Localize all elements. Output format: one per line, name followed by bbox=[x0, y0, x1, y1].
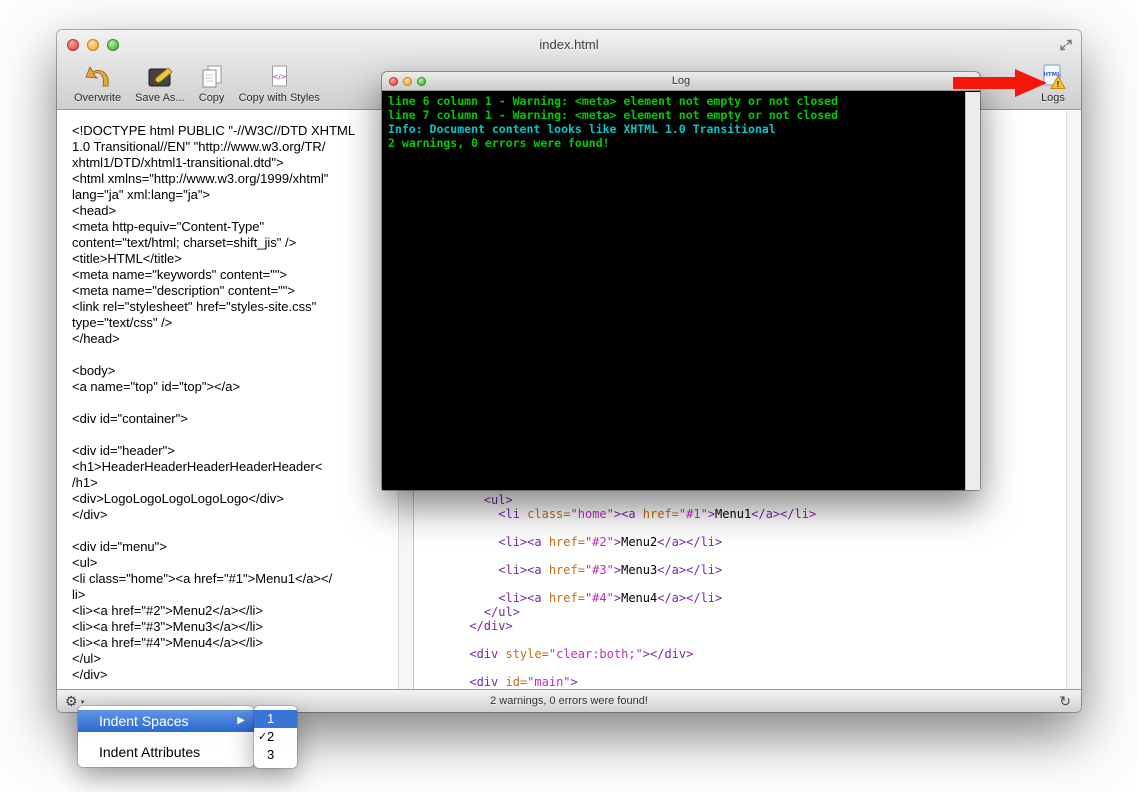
code-line: <div style="clear:both;"></div> bbox=[426, 647, 694, 661]
submenu-item-2[interactable]: ✓ 2 bbox=[254, 728, 297, 746]
overwrite-button[interactable]: Overwrite bbox=[74, 62, 121, 104]
red-arrow-annotation bbox=[953, 69, 1047, 97]
code-line: </ul> bbox=[426, 605, 520, 619]
menu-item-label: Indent Spaces bbox=[99, 713, 189, 729]
submenu-arrow-icon: ▶ bbox=[237, 715, 245, 726]
submenu-item-3[interactable]: 3 bbox=[254, 746, 297, 764]
fullscreen-icon[interactable] bbox=[1059, 38, 1073, 52]
menu-item-label: Indent Attributes bbox=[99, 744, 201, 760]
log-minimize-button[interactable] bbox=[403, 77, 412, 86]
pencil-save-icon bbox=[145, 62, 175, 92]
refresh-icon: ↻ bbox=[1059, 693, 1071, 709]
submenu-item-1[interactable]: 1 bbox=[254, 710, 297, 728]
right-pane-scrollbar[interactable] bbox=[1066, 111, 1081, 689]
toolbar-button-label: Overwrite bbox=[74, 92, 122, 104]
log-zoom-button[interactable] bbox=[417, 77, 426, 86]
log-window: Log line 6 column 1 - Warning: <meta> el… bbox=[382, 72, 980, 490]
warning-exclaim-glyph: ! bbox=[1056, 80, 1060, 89]
log-scrollbar[interactable] bbox=[965, 92, 980, 490]
menu-item-indent-spaces[interactable]: Indent Spaces ▶ bbox=[78, 710, 254, 732]
submenu-item-label: 1 bbox=[267, 711, 275, 726]
checkmark-icon: ✓ bbox=[258, 731, 268, 743]
copy-with-styles-button[interactable]: </> Copy with Styles bbox=[239, 62, 320, 104]
submenu-item-label: 2 bbox=[267, 729, 275, 744]
log-console[interactable]: line 6 column 1 - Warning: <meta> elemen… bbox=[382, 92, 965, 490]
log-line: line 6 column 1 - Warning: <meta> elemen… bbox=[388, 94, 839, 108]
screen: index.html Overwrite Save As... Copy </>… bbox=[0, 0, 1138, 792]
styled-page-icon: </> bbox=[266, 62, 292, 92]
log-window-title: Log bbox=[671, 75, 691, 87]
copy-pages-icon bbox=[199, 62, 225, 92]
log-traffic-lights bbox=[389, 77, 426, 86]
log-line: line 7 column 1 - Warning: <meta> elemen… bbox=[388, 108, 839, 122]
code-line: </div> bbox=[426, 619, 513, 633]
code-line: <li><a href="#2">Menu2</a></li> bbox=[426, 535, 723, 549]
window-title: index.html bbox=[539, 37, 599, 52]
code-line: <li class="home"><a href="#1">Menu1</a><… bbox=[426, 507, 817, 521]
source-text[interactable]: <!DOCTYPE html PUBLIC "-//W3C//DTD XHTML… bbox=[57, 111, 398, 683]
toolbar-button-label: Copy bbox=[198, 92, 225, 104]
code-line: <li><a href="#3">Menu3</a></li> bbox=[426, 563, 723, 577]
indent-spaces-submenu: 1 ✓ 2 3 bbox=[254, 706, 297, 768]
log-titlebar[interactable]: Log bbox=[382, 72, 980, 91]
code-line: <li><a href="#4">Menu4</a></li> bbox=[426, 591, 723, 605]
log-line: 2 warnings, 0 errors were found! bbox=[388, 136, 610, 150]
copy-button[interactable]: Copy bbox=[199, 62, 225, 104]
toolbar-button-label: Copy with Styles bbox=[238, 92, 320, 104]
gear-context-menu: Indent Spaces ▶ Indent Attributes bbox=[78, 706, 254, 767]
source-pane[interactable]: <!DOCTYPE html PUBLIC "-//W3C//DTD XHTML… bbox=[57, 111, 398, 689]
undo-arrow-icon bbox=[84, 62, 112, 92]
tidied-code: <ul> <li class="home"><a href="#1">Menu1… bbox=[426, 493, 816, 689]
log-close-button[interactable] bbox=[389, 77, 398, 86]
titlebar[interactable]: index.html bbox=[57, 30, 1081, 60]
submenu-item-label: 3 bbox=[267, 747, 275, 762]
toolbar-button-label: Save As... bbox=[135, 92, 185, 104]
log-line: Info: Document content looks like XHTML … bbox=[388, 122, 776, 136]
check-placeholder bbox=[254, 746, 267, 764]
gear-icon: ⚙ bbox=[65, 693, 78, 709]
check-placeholder bbox=[254, 710, 267, 728]
save-as-button[interactable]: Save As... bbox=[135, 62, 185, 104]
code-line: <div id="main"> bbox=[426, 675, 578, 689]
code-line: <ul> bbox=[426, 493, 513, 507]
menu-spacer bbox=[78, 732, 254, 741]
code-glyph: </> bbox=[273, 73, 287, 81]
refresh-button[interactable]: ↻ bbox=[1059, 690, 1071, 712]
menu-item-indent-attributes[interactable]: Indent Attributes bbox=[78, 741, 254, 763]
